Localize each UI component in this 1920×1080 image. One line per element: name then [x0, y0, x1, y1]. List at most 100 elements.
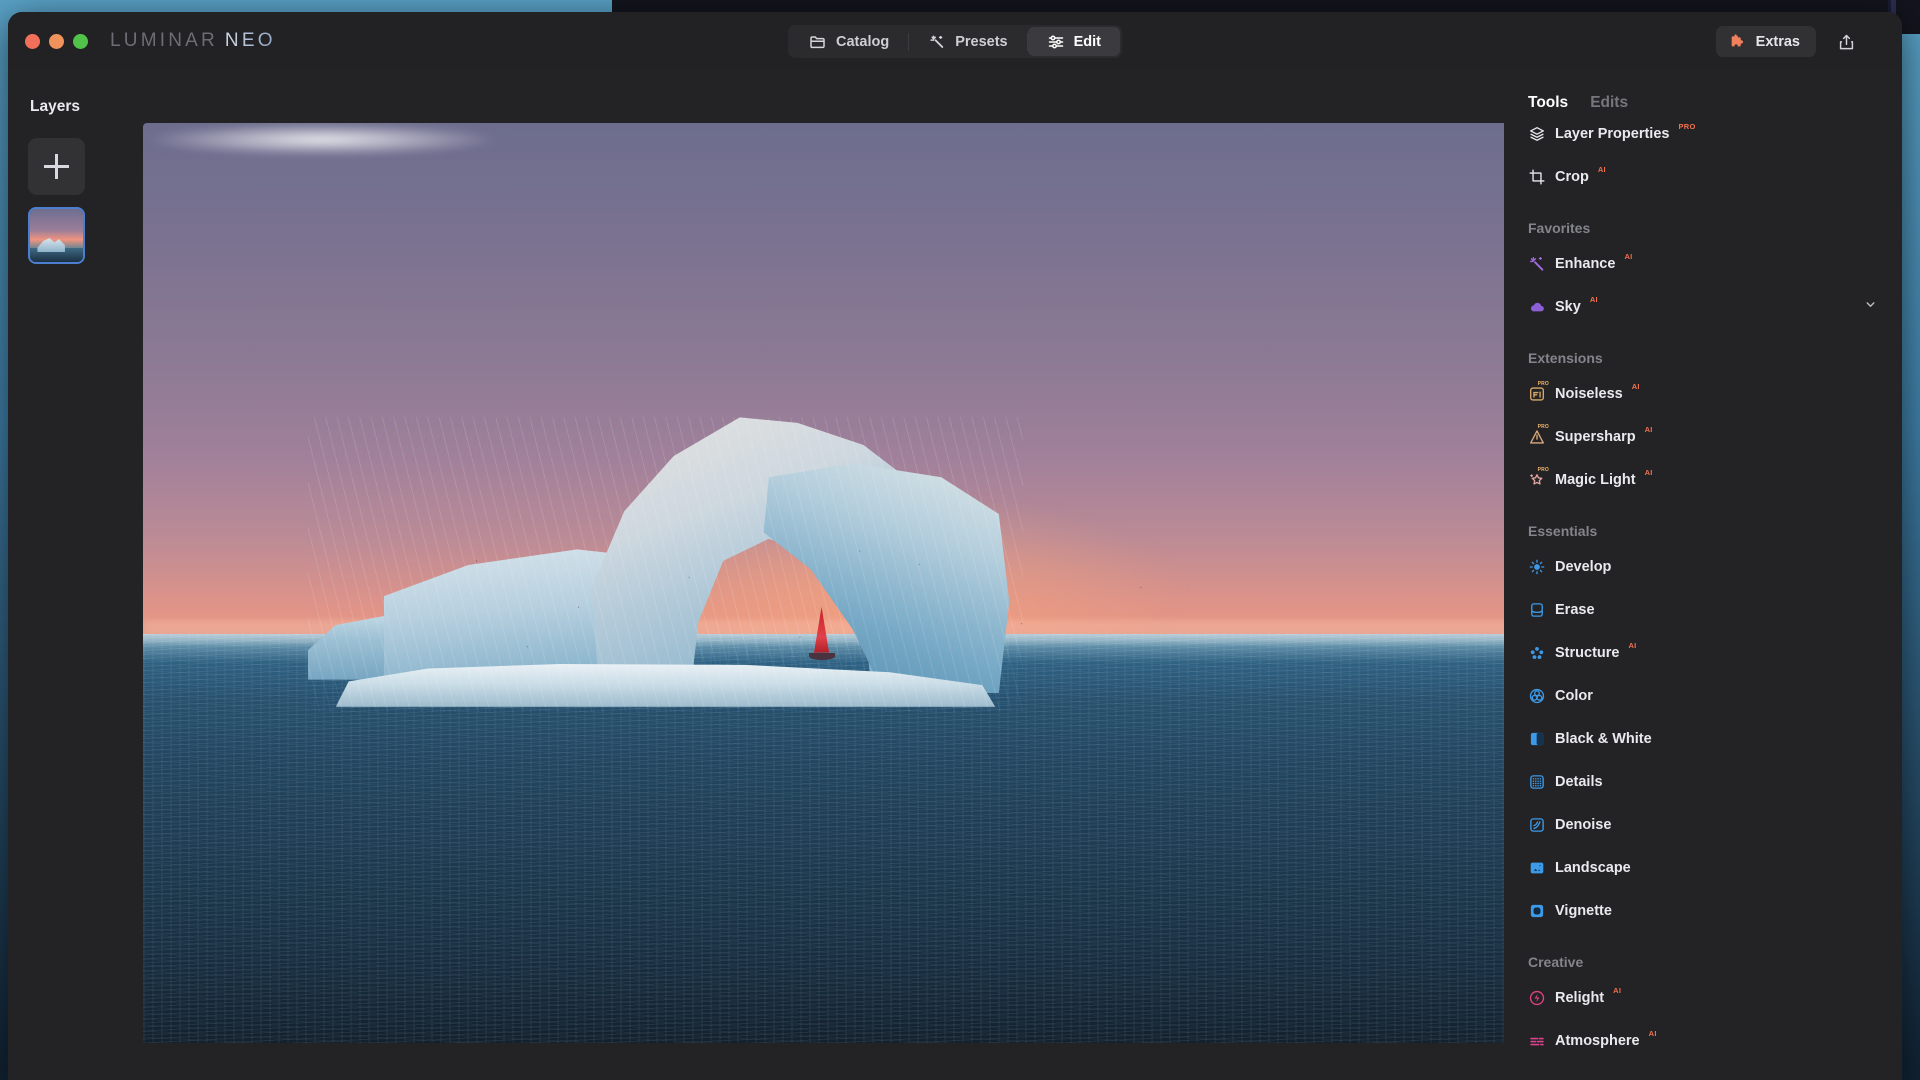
denoise-icon — [1528, 816, 1546, 834]
tool-item-structure[interactable]: Structure AI — [1504, 631, 1902, 674]
tool-item-label: Details — [1555, 773, 1603, 790]
tool-item-layer-properties[interactable]: Layer Properties PRO — [1504, 112, 1902, 155]
relight-icon — [1528, 989, 1546, 1007]
section-header-favorites: Favorites — [1528, 220, 1591, 236]
app-logo: LUMINAR NEO — [110, 30, 276, 52]
icon-pro-badge: PRO — [1537, 380, 1549, 387]
tool-item-supersharp[interactable]: PRO Supersharp AI — [1504, 415, 1902, 458]
tool-item-develop[interactable]: Develop — [1504, 545, 1902, 588]
photo-iceberg-highlight — [143, 123, 501, 157]
layers-icon — [1528, 125, 1546, 143]
develop-sun-icon — [1528, 558, 1546, 576]
details-icon — [1528, 773, 1546, 791]
tool-item-label: Structure — [1555, 644, 1620, 661]
magic-light-icon: PRO — [1528, 467, 1549, 489]
icon-pro-badge: PRO — [1537, 423, 1549, 430]
ai-badge: AI — [1648, 1029, 1657, 1038]
tool-item-label: Black & White — [1555, 730, 1652, 747]
tool-item-label: Develop — [1555, 558, 1612, 575]
photo-birds — [390, 527, 1243, 694]
ai-badge: AI — [1613, 986, 1622, 995]
layers-panel: Layers — [8, 70, 136, 1080]
ai-badge: AI — [1628, 641, 1637, 650]
main-mode-tabs: Catalog Presets Edit — [788, 25, 1122, 58]
window-controls — [25, 33, 88, 49]
brand-name-first: LUMINAR — [110, 30, 218, 51]
tool-item-details[interactable]: Details — [1504, 760, 1902, 803]
luminar-neo-window: LUMINAR NEO Catalog Presets Edit Extras … — [8, 12, 1902, 1080]
tool-item-label: Landscape — [1555, 859, 1631, 876]
chevron-down-icon[interactable] — [1863, 297, 1878, 317]
tool-item-relight[interactable]: Relight AI — [1504, 976, 1902, 1019]
folder-icon — [809, 33, 827, 51]
landscape-icon — [1528, 859, 1546, 877]
puzzle-icon — [1729, 33, 1747, 51]
share-icon — [1837, 33, 1855, 51]
section-header-extensions: Extensions — [1528, 350, 1603, 366]
tool-item-label: Sky — [1555, 298, 1581, 315]
ai-badge: AI — [1589, 295, 1598, 304]
plus-icon — [44, 154, 69, 179]
tab-edit[interactable]: Edit — [1027, 27, 1120, 56]
tab-catalog-label: Catalog — [836, 33, 890, 50]
tool-item-label: Enhance — [1555, 255, 1616, 272]
layers-panel-title: Layers — [30, 98, 80, 115]
tab-edits[interactable]: Edits — [1590, 94, 1628, 112]
black-white-icon — [1528, 730, 1546, 748]
tool-item-landscape[interactable]: Landscape — [1504, 846, 1902, 889]
icon-pro-badge: PRO — [1537, 466, 1549, 473]
tool-item-label: Noiseless — [1555, 385, 1623, 402]
maximize-window-button[interactable] — [73, 33, 88, 49]
tool-item-sky[interactable]: Sky AI — [1504, 285, 1902, 328]
ai-badge: AI — [1644, 425, 1653, 434]
ai-badge: AI — [1624, 252, 1633, 261]
extras-button-label: Extras — [1755, 33, 1800, 50]
ai-badge: AI — [1644, 468, 1653, 477]
photo-canvas[interactable] — [143, 123, 1518, 1043]
extras-button[interactable]: Extras — [1715, 26, 1816, 57]
tool-item-label: Color — [1555, 687, 1593, 704]
canvas-area — [136, 70, 1518, 1080]
supersharp-icon: PRO — [1528, 424, 1549, 446]
ai-badge: AI — [1631, 382, 1640, 391]
layer-thumbnail-item[interactable] — [28, 207, 85, 264]
tool-item-label: Vignette — [1555, 902, 1612, 919]
close-window-button[interactable] — [25, 33, 40, 49]
ai-badge: AI — [1597, 165, 1606, 174]
add-layer-button[interactable] — [28, 138, 85, 195]
tool-item-noiseless[interactable]: PRO Noiseless AI — [1504, 372, 1902, 415]
tab-presets[interactable]: Presets — [909, 27, 1026, 56]
tool-item-label: Denoise — [1555, 816, 1612, 833]
tab-tools[interactable]: Tools — [1528, 94, 1568, 112]
tab-edit-label: Edit — [1073, 33, 1101, 50]
minimize-window-button[interactable] — [49, 33, 64, 49]
crop-icon — [1528, 168, 1546, 186]
noiseless-icon: PRO — [1528, 381, 1549, 403]
tool-item-erase[interactable]: Erase — [1504, 588, 1902, 631]
tab-presets-label: Presets — [955, 33, 1008, 50]
tool-item-color[interactable]: Color — [1504, 674, 1902, 717]
tool-item-enhance[interactable]: Enhance AI — [1504, 242, 1902, 285]
tool-item-atmosphere[interactable]: Atmosphere AI — [1504, 1019, 1902, 1062]
atmosphere-icon — [1528, 1032, 1546, 1050]
tab-catalog[interactable]: Catalog — [790, 27, 908, 56]
tool-item-denoise[interactable]: Denoise — [1504, 803, 1902, 846]
tool-item-vignette[interactable]: Vignette — [1504, 889, 1902, 932]
tool-item-label: Layer Properties — [1555, 125, 1670, 142]
sky-cloud-icon — [1528, 298, 1546, 316]
tool-item-black-white[interactable]: Black & White — [1504, 717, 1902, 760]
section-header-essentials: Essentials — [1528, 523, 1598, 539]
tool-item-label: Magic Light — [1555, 471, 1636, 488]
title-bar: LUMINAR NEO Catalog Presets Edit Extras — [8, 12, 1902, 70]
tool-item-label: Atmosphere — [1555, 1032, 1640, 1049]
sliders-icon — [1047, 33, 1065, 51]
tools-panel-tabs: Tools Edits — [1504, 70, 1902, 112]
share-button[interactable] — [1830, 26, 1862, 57]
color-wheel-icon — [1528, 687, 1546, 705]
tools-panel: Tools Edits Layer Properties PRO Crop AI Fav… — [1504, 70, 1902, 1080]
tool-item-label: Supersharp — [1555, 428, 1636, 445]
tool-item-magic-light[interactable]: PRO Magic Light AI — [1504, 458, 1902, 501]
pro-badge: PRO — [1678, 122, 1696, 131]
tool-item-label: Erase — [1555, 601, 1595, 618]
tool-item-crop[interactable]: Crop AI — [1504, 155, 1902, 198]
